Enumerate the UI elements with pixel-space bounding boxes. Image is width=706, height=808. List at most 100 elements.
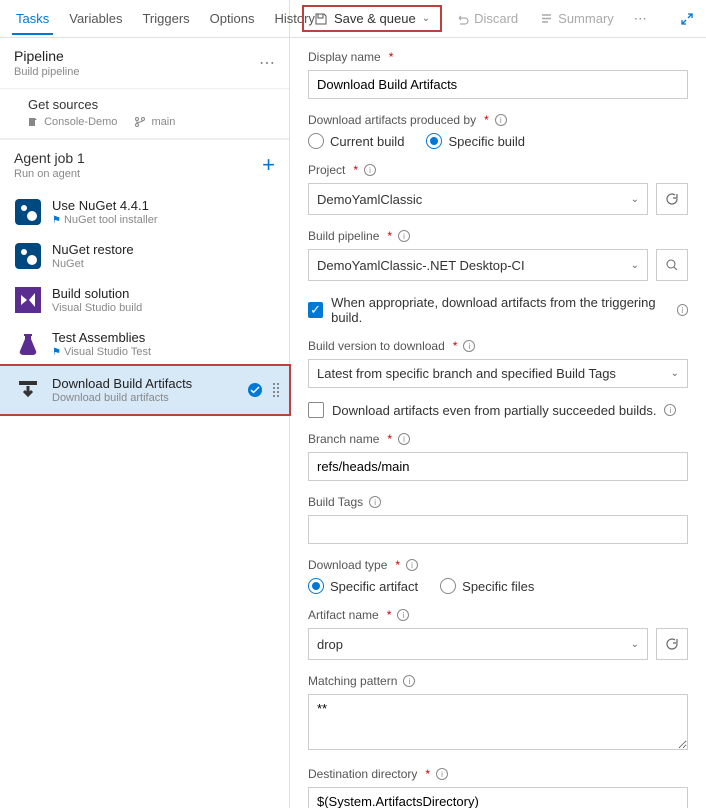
- info-icon[interactable]: i: [403, 675, 415, 687]
- tab-tasks[interactable]: Tasks: [6, 3, 59, 34]
- nuget-icon: [14, 198, 42, 226]
- chevron-down-icon: ⌄: [631, 194, 639, 205]
- info-icon[interactable]: i: [369, 496, 381, 508]
- agent-job-title: Agent job 1: [14, 150, 85, 166]
- refresh-button[interactable]: [656, 183, 688, 215]
- radio-specific-files[interactable]: Specific files: [440, 578, 534, 594]
- tab-options[interactable]: Options: [200, 3, 265, 34]
- download-type-label: Download type*i: [308, 558, 688, 572]
- dest-dir-input[interactable]: [308, 787, 688, 808]
- chevron-down-icon: ⌄: [422, 13, 430, 24]
- produced-by-label: Download artifacts produced by*i: [308, 113, 688, 127]
- visual-studio-icon: [14, 286, 42, 314]
- agent-job-row[interactable]: Agent job 1 Run on agent +: [0, 139, 289, 190]
- info-icon[interactable]: i: [406, 559, 418, 571]
- matching-pattern-label: Matching patterni: [308, 674, 688, 688]
- info-icon[interactable]: i: [495, 114, 507, 126]
- chevron-down-icon: ⌄: [631, 260, 639, 271]
- pipeline-header[interactable]: Pipeline Build pipeline ⋯: [0, 38, 289, 89]
- save-queue-button[interactable]: Save & queue ⌄: [302, 5, 442, 32]
- project-label: Project*i: [308, 163, 688, 177]
- get-sources-title: Get sources: [28, 97, 275, 112]
- branch-icon: [135, 117, 145, 127]
- discard-button[interactable]: Discard: [448, 7, 526, 30]
- build-pipeline-label: Build pipeline*i: [308, 229, 688, 243]
- task-subtitle: NuGet tool installer: [64, 214, 158, 226]
- expand-icon[interactable]: [680, 12, 694, 26]
- display-name-label: Display name*: [308, 50, 688, 64]
- task-subtitle: Visual Studio Test: [64, 346, 151, 358]
- pipeline-subtitle: Build pipeline: [14, 66, 79, 78]
- get-sources-row[interactable]: Get sources Console-Demo main: [0, 89, 289, 139]
- radio-current-build[interactable]: Current build: [308, 133, 404, 149]
- build-tags-label: Build Tagsi: [308, 495, 688, 509]
- pipeline-tabs: Tasks Variables Triggers Options History: [0, 0, 289, 38]
- branch-name-input[interactable]: [308, 452, 688, 481]
- drag-handle-icon[interactable]: [273, 383, 279, 397]
- build-tags-input[interactable]: [308, 515, 688, 544]
- branch-label: main: [135, 116, 175, 128]
- task-title: Use NuGet 4.4.1: [52, 198, 158, 213]
- info-icon[interactable]: i: [364, 164, 376, 176]
- summary-button[interactable]: Summary: [532, 7, 622, 30]
- task-row-selected[interactable]: Download Build Artifacts Download build …: [0, 364, 291, 416]
- toolbar-more-icon[interactable]: ⋯: [628, 7, 653, 31]
- chevron-down-icon: ⌄: [671, 368, 679, 379]
- info-icon[interactable]: i: [397, 609, 409, 621]
- partial-builds-label: Download artifacts even from partially s…: [332, 403, 656, 418]
- repo-icon: [28, 117, 38, 127]
- radio-specific-build[interactable]: Specific build: [426, 133, 525, 149]
- undo-icon: [456, 12, 469, 25]
- task-subtitle: Visual Studio build: [52, 302, 142, 314]
- lines-icon: [540, 12, 553, 25]
- task-title: Build solution: [52, 286, 142, 301]
- info-icon[interactable]: i: [398, 433, 410, 445]
- agent-job-subtitle: Run on agent: [14, 168, 85, 180]
- display-name-input[interactable]: [308, 70, 688, 99]
- test-flask-icon: [14, 330, 42, 358]
- task-title: Download Build Artifacts: [52, 376, 237, 391]
- build-version-select[interactable]: Latest from specific branch and specifie…: [308, 359, 688, 388]
- nuget-icon: [14, 242, 42, 270]
- task-row[interactable]: Test Assemblies ⚑Visual Studio Test: [0, 322, 289, 366]
- info-icon[interactable]: i: [398, 230, 410, 242]
- refresh-button[interactable]: [656, 628, 688, 660]
- radio-specific-artifact[interactable]: Specific artifact: [308, 578, 418, 594]
- task-row[interactable]: Use NuGet 4.4.1 ⚑NuGet tool installer: [0, 190, 289, 234]
- task-form: Display name* Download artifacts produce…: [290, 38, 706, 808]
- refresh-icon: [665, 637, 679, 651]
- task-subtitle: Download build artifacts: [52, 392, 237, 404]
- matching-pattern-input[interactable]: **: [308, 694, 688, 750]
- project-select[interactable]: DemoYamlClassic⌄: [308, 183, 648, 215]
- pipeline-title: Pipeline: [14, 48, 79, 64]
- chevron-down-icon: ⌄: [631, 639, 639, 650]
- build-pipeline-select[interactable]: DemoYamlClassic-.NET Desktop-CI⌄: [308, 249, 648, 281]
- artifact-name-label: Artifact name*i: [308, 608, 688, 622]
- repo-label: Console-Demo: [28, 116, 117, 128]
- info-icon[interactable]: i: [463, 340, 475, 352]
- partial-builds-checkbox[interactable]: [308, 402, 324, 418]
- build-version-label: Build version to download*i: [308, 339, 688, 353]
- branch-name-label: Branch name*i: [308, 432, 688, 446]
- tab-variables[interactable]: Variables: [59, 3, 132, 34]
- task-subtitle: NuGet: [52, 258, 134, 270]
- info-icon[interactable]: i: [436, 768, 448, 780]
- toolbar: Save & queue ⌄ Discard Summary ⋯: [290, 0, 706, 38]
- task-row[interactable]: Build solution Visual Studio build: [0, 278, 289, 322]
- download-icon: [14, 376, 42, 404]
- task-title: Test Assemblies: [52, 330, 151, 345]
- triggering-build-label: When appropriate, download artifacts fro…: [331, 295, 668, 325]
- search-button[interactable]: [656, 249, 688, 281]
- flag-icon: ⚑: [52, 347, 61, 358]
- info-icon[interactable]: i: [664, 404, 676, 416]
- tab-triggers[interactable]: Triggers: [132, 3, 199, 34]
- artifact-name-select[interactable]: drop⌄: [308, 628, 648, 660]
- pipeline-more-icon[interactable]: ⋯: [259, 53, 275, 73]
- info-icon[interactable]: i: [677, 304, 688, 316]
- dest-dir-label: Destination directory*i: [308, 767, 688, 781]
- task-title: NuGet restore: [52, 242, 134, 257]
- task-row[interactable]: NuGet restore NuGet: [0, 234, 289, 278]
- save-icon: [314, 12, 328, 26]
- triggering-build-checkbox[interactable]: ✓: [308, 302, 323, 318]
- add-task-icon[interactable]: +: [262, 152, 275, 178]
